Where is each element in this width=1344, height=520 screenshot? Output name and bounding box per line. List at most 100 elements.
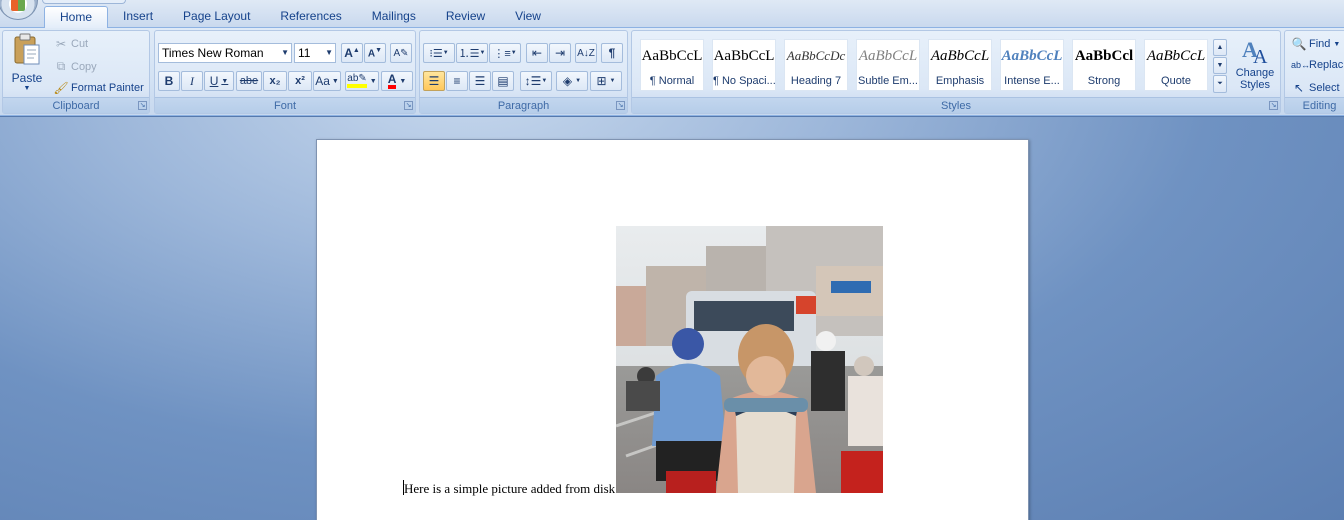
chevron-down-icon: ▼	[1333, 40, 1341, 48]
align-right-icon: ☰	[474, 74, 486, 88]
align-left-button[interactable]: ☰	[423, 71, 445, 91]
style-name: Subtle Em...	[858, 75, 918, 87]
justify-icon: ▤	[497, 74, 509, 88]
decrease-indent-button[interactable]: ⇤	[526, 43, 548, 63]
chevron-down-icon: ▼	[609, 78, 616, 84]
document-body-text[interactable]: Here is a simple picture added from disk	[403, 480, 615, 497]
office-button[interactable]	[0, 0, 38, 20]
style-heading-7[interactable]: AaBbCcDc Heading 7	[784, 39, 848, 91]
strikethrough-button[interactable]: abe	[236, 71, 262, 91]
sort-button[interactable]: A↓Z	[575, 43, 597, 63]
line-spacing-button[interactable]: ↕☰ ▼	[520, 71, 552, 91]
paste-button[interactable]: Paste ▼	[7, 33, 47, 97]
more-icon: ⏷	[1217, 80, 1223, 87]
style-emphasis[interactable]: AaBbCcL Emphasis	[928, 39, 992, 91]
font-family-combo[interactable]: Times New Roman ▼	[158, 43, 292, 63]
style-strong[interactable]: AaBbCcl Strong	[1072, 39, 1136, 91]
font-color-button[interactable]: A ▼	[381, 71, 413, 91]
superscript-button[interactable]: x²	[288, 71, 312, 91]
replace-button[interactable]: ab↔ Replac	[1291, 59, 1343, 71]
tab-review[interactable]: Review	[431, 6, 500, 28]
clear-formatting-button[interactable]: A✎	[390, 43, 412, 63]
chevron-down-icon: ▼	[575, 78, 582, 84]
change-styles-button[interactable]: A A Change Styles	[1232, 35, 1278, 97]
show-formatting-button[interactable]: ¶	[601, 43, 623, 63]
inserted-picture[interactable]	[616, 226, 883, 493]
shading-button[interactable]: ◈ ▼	[556, 71, 588, 91]
font-size-combo[interactable]: 11 ▼	[294, 43, 336, 63]
paragraph-text: Here is a simple picture added from disk	[404, 481, 616, 496]
bold-button[interactable]: B	[158, 71, 180, 91]
styles-more-button[interactable]: ⏷	[1213, 75, 1227, 93]
shrink-font-button[interactable]: A▼	[364, 43, 386, 63]
tab-page-layout[interactable]: Page Layout	[168, 6, 265, 28]
font-family-value: Times New Roman	[162, 46, 264, 60]
chevron-up-icon: ▲	[1216, 44, 1224, 51]
clipboard-dialog-launcher[interactable]: ↘	[138, 101, 147, 110]
styles-scroll-up-button[interactable]: ▲	[1213, 39, 1227, 56]
styles-dialog-launcher[interactable]: ↘	[1269, 101, 1278, 110]
tab-home[interactable]: Home	[44, 6, 109, 28]
borders-button[interactable]: ⊞ ▼	[590, 71, 622, 91]
borders-icon: ⊞	[596, 74, 607, 88]
editing-group: 🔍 Find ▼ ab↔ Replac ↖ Select ▼ Editing	[1284, 30, 1344, 114]
justify-button[interactable]: ▤	[492, 71, 514, 91]
styles-scroll-down-button[interactable]: ▼	[1213, 57, 1227, 74]
format-painter-button[interactable]: 🖌 Format Painter	[53, 81, 143, 95]
cursor-arrow-icon: ↖	[1293, 81, 1305, 95]
numbering-button[interactable]: ⒈☰ ▼	[456, 43, 488, 63]
replace-label: Replac	[1309, 59, 1344, 71]
multilevel-list-button[interactable]: ⋮≡ ▼	[489, 43, 521, 63]
underline-button[interactable]: U ▼	[204, 71, 234, 91]
subscript-button[interactable]: x₂	[263, 71, 287, 91]
style-intense-emphasis[interactable]: AaBbCcL Intense E...	[1000, 39, 1064, 91]
tab-insert[interactable]: Insert	[108, 6, 168, 28]
style-quote[interactable]: AaBbCcL Quote	[1144, 39, 1208, 91]
style-subtle-emphasis[interactable]: AaBbCcL Subtle Em...	[856, 39, 920, 91]
style-no-spacing[interactable]: AaBbCcL ¶ No Spaci...	[712, 39, 776, 91]
tab-mailings[interactable]: Mailings	[357, 6, 431, 28]
style-sample: AaBbCcL	[641, 48, 703, 64]
multilevel-list-icon: ⋮≡	[493, 47, 511, 60]
bullets-button[interactable]: ⁝☰ ▼	[423, 43, 455, 63]
grow-font-button[interactable]: A▲	[341, 43, 363, 63]
document-workspace: Here is a simple picture added from disk	[0, 117, 1344, 520]
paste-label: Paste	[11, 71, 43, 85]
title-tab-bar: Home Insert Page Layout References Maili…	[0, 0, 1344, 28]
styles-scroll: ▲ ▼ ⏷	[1213, 39, 1227, 95]
italic-button[interactable]: I	[181, 71, 203, 91]
select-button[interactable]: ↖ Select ▼	[1291, 81, 1344, 95]
copy-button[interactable]: ⧉ Copy	[53, 59, 97, 74]
chevron-down-icon: ▼	[399, 77, 407, 85]
paint-bucket-icon: ◈	[562, 74, 573, 88]
ribbon: Paste ▼ ✂ Cut ⧉ Copy 🖌 Format Painter Cl…	[0, 28, 1344, 116]
increase-indent-button[interactable]: ⇥	[549, 43, 571, 63]
line-spacing-icon: ↕☰	[524, 74, 542, 88]
highlighter-icon: ab✎	[347, 74, 367, 88]
paragraph-dialog-launcher[interactable]: ↘	[616, 101, 625, 110]
align-right-button[interactable]: ☰	[469, 71, 491, 91]
style-normal[interactable]: AaBbCcL ¶ Normal	[640, 39, 704, 91]
increase-indent-icon: ⇥	[554, 46, 566, 60]
highlight-button[interactable]: ab✎ ▼	[345, 71, 379, 91]
change-case-button[interactable]: Aa ▼	[313, 71, 341, 91]
style-sample: AaBbCcL	[1001, 48, 1063, 64]
cut-button[interactable]: ✂ Cut	[53, 37, 88, 51]
eraser-icon: A✎	[393, 47, 409, 59]
document-page[interactable]: Here is a simple picture added from disk	[316, 139, 1029, 520]
font-dialog-launcher[interactable]: ↘	[404, 101, 413, 110]
paragraph-group-label: Paragraph	[420, 97, 627, 113]
chevron-down-icon: ▼	[510, 50, 517, 56]
chevron-down-icon: ▼	[23, 85, 31, 92]
replace-icon: ab↔	[1291, 60, 1311, 70]
clipboard-group-label: Clipboard	[3, 97, 149, 113]
align-center-button[interactable]: ≡	[446, 71, 468, 91]
find-button[interactable]: 🔍 Find ▼	[1291, 37, 1341, 51]
styles-group: AaBbCcL ¶ Normal AaBbCcL ¶ No Spaci... A…	[631, 30, 1281, 114]
chevron-down-icon: ▼	[479, 50, 486, 56]
style-sample: AaBbCcL	[713, 48, 775, 64]
tab-view[interactable]: View	[500, 6, 556, 28]
tab-references[interactable]: References	[265, 6, 356, 28]
bullets-icon: ⁝☰	[429, 47, 443, 60]
cut-label: Cut	[71, 38, 89, 50]
